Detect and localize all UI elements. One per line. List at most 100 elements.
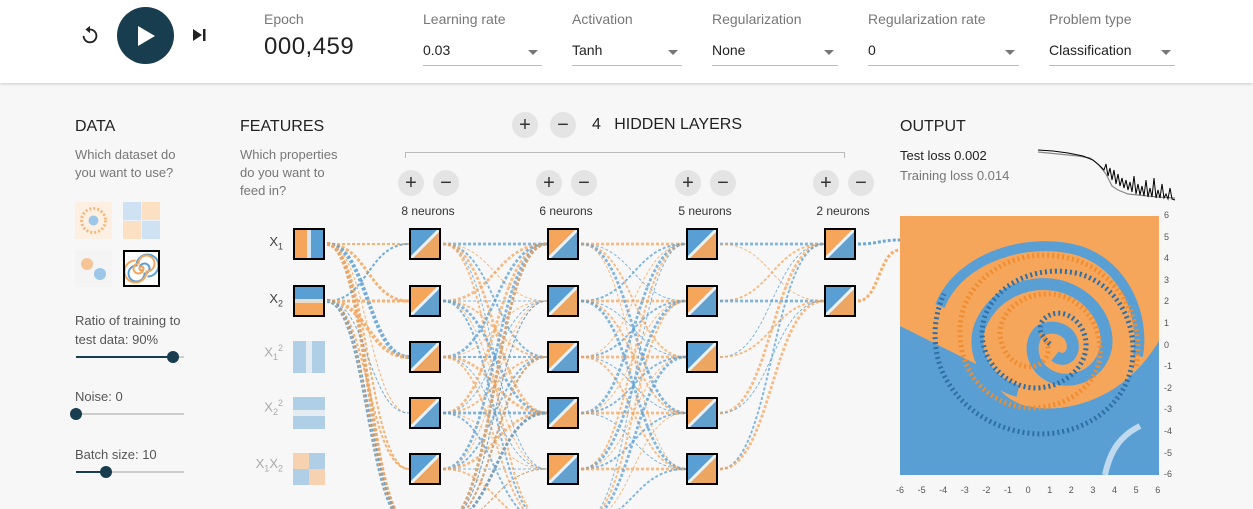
neuron-heatmap: [411, 287, 439, 315]
y-tick-label: -2: [1164, 382, 1173, 393]
x-tick-label: -3: [960, 485, 969, 495]
minus-icon: −: [717, 172, 729, 194]
y-tick-label: -5: [1164, 447, 1173, 458]
neuron-heatmap: [549, 287, 577, 315]
neuron-node[interactable]: [686, 341, 718, 373]
network-link: [618, 468, 687, 509]
feature-x2-node[interactable]: [293, 285, 325, 317]
feature-x2-label: X2: [269, 291, 283, 309]
neuron-node[interactable]: [409, 453, 441, 485]
neuron-node[interactable]: [409, 397, 441, 429]
add-neuron-layer2-button[interactable]: +: [536, 170, 562, 196]
x-tick-label: -5: [917, 485, 926, 495]
feature-x1x2-label: X1X2: [255, 456, 283, 474]
feature-x1-label: X1: [269, 234, 283, 252]
neuron-heatmap: [549, 230, 577, 258]
remove-neuron-layer3-button[interactable]: −: [710, 170, 736, 196]
output-heatmap: [900, 216, 1159, 475]
network-link: [480, 468, 548, 509]
x-tick-label: 3: [1090, 485, 1096, 495]
neuron-node[interactable]: [547, 285, 579, 317]
feature-x1-squared-heatmap: [293, 341, 325, 373]
remove-neuron-layer1-button[interactable]: −: [433, 170, 459, 196]
add-neuron-layer4-button[interactable]: +: [813, 170, 839, 196]
neuron-node[interactable]: [409, 228, 441, 260]
y-tick-label: 0: [1164, 339, 1170, 350]
x-tick-label: 5: [1133, 485, 1139, 495]
feature-x1-heatmap: [295, 230, 323, 258]
neuron-node[interactable]: [686, 397, 718, 429]
neuron-heatmap: [411, 399, 439, 427]
network-link: [480, 468, 548, 509]
feature-x1-squared-label: X12: [264, 343, 283, 362]
neuron-node[interactable]: [547, 397, 579, 429]
minus-icon: −: [440, 172, 452, 194]
neuron-heatmap: [549, 399, 577, 427]
y-tick-label: -4: [1164, 426, 1173, 436]
x-tick-label: 2: [1068, 485, 1074, 495]
neuron-node[interactable]: [547, 341, 579, 373]
neuron-node[interactable]: [824, 285, 856, 317]
neuron-heatmap: [826, 287, 854, 315]
x-tick-label: 4: [1112, 485, 1118, 495]
feature-x1-node[interactable]: [293, 228, 325, 260]
remove-neuron-layer4-button[interactable]: −: [848, 170, 874, 196]
training-loss: Training loss 0.014: [900, 168, 1010, 183]
neuron-heatmap: [688, 399, 716, 427]
network-link: [580, 300, 687, 358]
feature-x1x2-heatmap: [293, 453, 325, 485]
neuron-node[interactable]: [686, 228, 718, 260]
x-tick-label: 1: [1047, 485, 1053, 495]
feature-x2-heatmap: [295, 287, 323, 315]
layer-count: 4: [592, 116, 601, 133]
x-tick-label: -1: [1004, 485, 1013, 495]
loss-chart: [1038, 149, 1176, 201]
network-link: [857, 248, 901, 303]
plus-icon: +: [820, 172, 832, 194]
network-link: [719, 300, 825, 414]
y-tick-label: 2: [1164, 296, 1170, 307]
neuron-node[interactable]: [409, 341, 441, 373]
x-tick-label: -4: [939, 485, 948, 495]
network-link: [580, 356, 687, 414]
neuron-heatmap: [549, 343, 577, 371]
neuron-node[interactable]: [686, 285, 718, 317]
neuron-heatmap: [826, 230, 854, 258]
layer3-neuron-count: 5 neurons: [678, 204, 732, 218]
neuron-heatmap: [411, 230, 439, 258]
layers-bracket: [405, 152, 845, 158]
plus-icon: +: [405, 172, 417, 194]
remove-neuron-layer2-button[interactable]: −: [571, 170, 597, 196]
neuron-node[interactable]: [409, 285, 441, 317]
neuron-node[interactable]: [547, 453, 579, 485]
hidden-layers-heading: 4 HIDDEN LAYERS: [592, 116, 742, 134]
hidden-layers-label: HIDDEN LAYERS: [614, 116, 742, 133]
add-layer-button[interactable]: +: [512, 112, 538, 138]
add-neuron-layer3-button[interactable]: +: [675, 170, 701, 196]
y-tick-label: 3: [1164, 274, 1170, 285]
network-link: [326, 242, 397, 509]
remove-layer-button[interactable]: −: [550, 112, 576, 138]
plus-icon: +: [543, 172, 555, 194]
add-neuron-layer1-button[interactable]: +: [398, 170, 424, 196]
minus-icon: −: [578, 172, 590, 194]
feature-x2-squared-heatmap: [293, 397, 325, 429]
network-link: [719, 300, 825, 358]
minus-icon: −: [557, 114, 569, 136]
plus-icon: +: [682, 172, 694, 194]
neuron-node[interactable]: [824, 228, 856, 260]
network-link: [480, 468, 548, 509]
layer1-neuron-count: 8 neurons: [401, 204, 455, 218]
feature-x1x2-node[interactable]: [293, 453, 325, 485]
layer4-neuron-count: 2 neurons: [816, 204, 870, 218]
x-tick-label: -6: [896, 485, 905, 495]
plus-icon: +: [519, 114, 531, 136]
neuron-node[interactable]: [686, 453, 718, 485]
y-tick-label: 6: [1164, 210, 1170, 220]
neuron-node[interactable]: [547, 228, 579, 260]
x-tick-label: 0: [1025, 485, 1031, 495]
network-link: [442, 300, 548, 358]
feature-x2-squared-node[interactable]: [293, 397, 325, 429]
feature-x1-squared-node[interactable]: [293, 341, 325, 373]
neuron-heatmap: [411, 455, 439, 483]
